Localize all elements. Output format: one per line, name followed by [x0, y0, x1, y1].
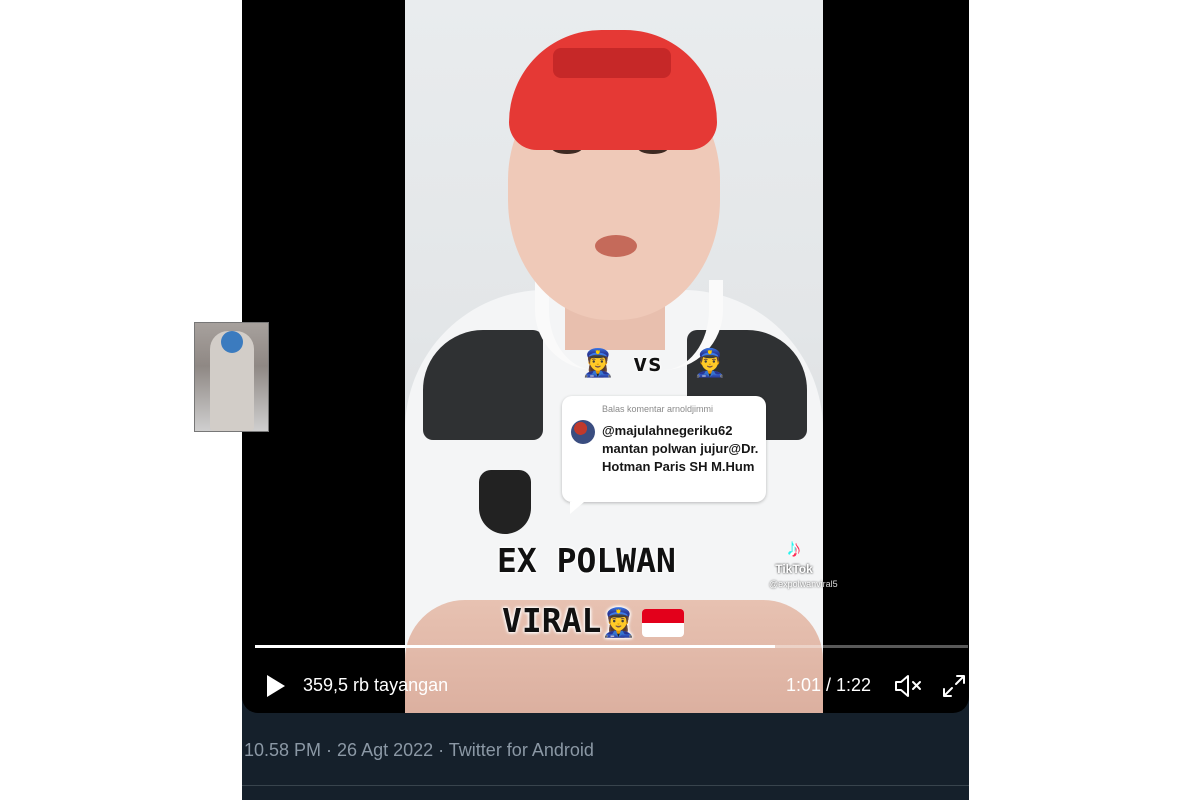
policeman-emoji: 👮‍♂️ [693, 348, 727, 378]
reply-avatar [571, 420, 595, 444]
play-icon[interactable] [263, 672, 289, 700]
view-count: 359,5 rb tayangan [303, 675, 449, 695]
vs-label: vs [633, 349, 662, 377]
divider [242, 785, 969, 786]
tiktok-username: @expolwanviral5 [769, 579, 838, 589]
reply-header: Balas komentar arnoldjimmi [602, 404, 714, 414]
reply-comment-bubble: Balas komentar arnoldjimmi @majulahneger… [562, 396, 766, 514]
tiktok-logo-icon: ♪ [788, 535, 800, 562]
inset-photo [194, 322, 269, 432]
indonesia-flag-icon [642, 608, 685, 637]
police-emblem [479, 470, 531, 534]
tiktok-brand: TikTok [775, 562, 813, 576]
progress-fill [255, 645, 776, 648]
cap-strap [553, 48, 671, 78]
fullscreen-icon[interactable] [940, 672, 968, 700]
speaker-muted-icon[interactable] [893, 673, 923, 699]
caption-line-1: EX POLWAN [497, 541, 676, 580]
playback-time: 1:01 / 1:22 [786, 675, 872, 695]
vs-row: 👮‍♀️ vs 👮‍♂️ [343, 345, 727, 383]
tweet-meta: 10.58 PM · 26 Agt 2022 · Twitter for And… [244, 740, 594, 760]
policewoman-emoji: 👮‍♀️ [581, 348, 615, 378]
tiktok-watermark: ♪ TikTok @expolwanviral5 [769, 535, 838, 590]
caption-line-2-text: VIRAL [502, 601, 602, 640]
policewoman-emoji-caption: 👮‍♀️ [601, 606, 637, 639]
mouth [595, 235, 637, 257]
caption-line-2: VIRAL👮‍♀️ [502, 601, 685, 640]
reply-body: @majulahnegeriku62 mantan polwan jujur@D… [602, 423, 759, 474]
progress-bar[interactable] [255, 645, 968, 648]
inset-head [221, 331, 243, 353]
